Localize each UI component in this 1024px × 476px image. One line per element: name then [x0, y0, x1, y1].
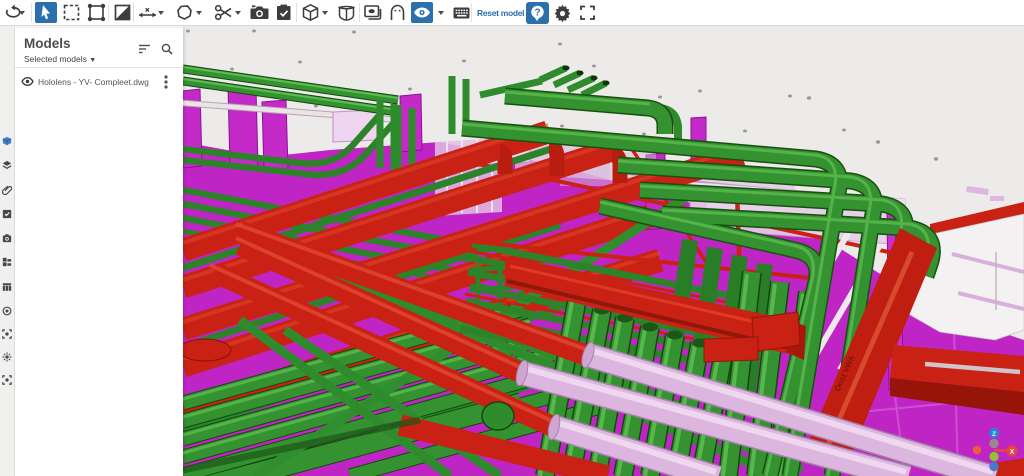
svg-text:Z: Z [992, 431, 996, 438]
svg-text:X: X [1010, 449, 1015, 456]
svg-text:?: ? [534, 7, 540, 18]
